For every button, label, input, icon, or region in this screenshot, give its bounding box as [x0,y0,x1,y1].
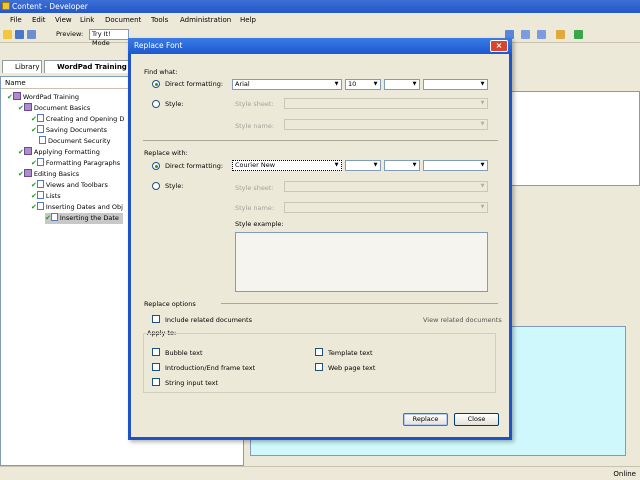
tree-item[interactable]: ✔ Formatting Paragraphs [31,158,120,169]
replace-stylename-label: Style name: [235,204,275,212]
menu-document[interactable]: Document [105,16,141,24]
app-icon [2,2,10,10]
refresh-icon[interactable] [574,30,583,39]
window-titlebar: Content - Developer [0,0,640,13]
replace-size-select[interactable]: ▼ [345,160,381,171]
tree-item[interactable]: ✔ Applying Formatting [18,147,100,158]
save-icon[interactable] [15,30,24,39]
replace-with-heading: Replace with: [144,149,188,157]
include-related-label: Include related documents [165,316,252,324]
columns-icon[interactable] [521,30,530,39]
find-what-heading: Find what: [144,68,178,76]
style-example-label: Style example: [235,220,284,228]
tree-item[interactable]: ✔ Creating and Opening D [31,114,124,125]
online-status: Online [613,470,636,478]
find-stylename-label: Style name: [235,122,275,130]
menu-file[interactable]: File [10,16,22,24]
find-style-radio[interactable] [152,100,160,108]
find-style-select[interactable]: ▼ [384,79,420,90]
find-color-select[interactable]: ▼ [423,79,488,90]
module-icon [12,92,21,100]
print-icon[interactable] [27,30,36,39]
replace-style-radio[interactable] [152,182,160,190]
bubble-text-checkbox[interactable] [152,348,160,356]
close-button[interactable]: Close [454,413,499,426]
find-stylename-select[interactable]: ▼ [284,119,488,130]
template-text-checkbox[interactable] [315,348,323,356]
topic-icon [36,180,44,188]
preview-label: Preview: [56,30,84,38]
menu-edit[interactable]: Edit [32,16,46,24]
tree-item[interactable]: ✔ Document Basics [18,103,90,114]
tree-item[interactable]: Document Security [39,136,110,147]
topic-icon [36,191,44,199]
replace-stylesheet-label: Style sheet: [235,184,274,192]
style-example-box [235,232,488,292]
topic-icon [36,158,44,166]
replace-style-select[interactable]: ▼ [384,160,420,171]
template-text-label: Template text [328,349,373,357]
replace-stylesheet-select[interactable]: ▼ [284,181,488,192]
tree-item[interactable]: ✔ WordPad Training [7,92,79,103]
replace-direct-label: Direct formatting: [165,162,224,170]
web-page-text-label: Web page text [328,364,376,372]
close-icon[interactable]: × [490,40,508,52]
open-icon[interactable] [3,30,12,39]
find-stylesheet-label: Style sheet: [235,100,274,108]
find-size-select[interactable]: 10 ▼ [345,79,381,90]
tab-library[interactable]: Library [2,60,42,73]
find-style-label: Style: [165,100,184,108]
menu-help[interactable]: Help [240,16,256,24]
export-icon[interactable] [556,30,565,39]
section-icon [23,103,32,111]
topic-icon [36,125,44,133]
dialog-title: Replace Font [134,41,183,50]
tree-item-selected[interactable]: ✔ Inserting the Date [45,213,123,224]
topic-icon [36,202,44,210]
web-page-text-checkbox[interactable] [315,363,323,371]
divider [143,140,498,141]
replace-font-dialog: Replace Font × Find what: Direct formatt… [128,38,512,440]
dialog-titlebar: Replace Font × [128,38,512,54]
replace-options-heading: Replace options [144,300,196,308]
tree-item[interactable]: ✔ Lists [31,191,61,202]
statusbar: Online [0,466,640,480]
string-input-checkbox[interactable] [152,378,160,386]
section-icon [23,147,32,155]
window-title: Content - Developer [12,2,88,11]
divider [221,303,498,304]
replace-direct-radio[interactable] [152,162,160,170]
tree-item[interactable]: ✔ Views and Toolbars [31,180,108,191]
topic-icon [39,136,46,144]
menu-administration[interactable]: Administration [180,16,231,24]
section-icon [23,169,32,177]
replace-button[interactable]: Replace [403,413,448,426]
view-related-link[interactable]: View related documents [423,316,502,324]
find-font-select[interactable]: Arial ▼ [232,79,342,90]
bubble-text-label: Bubble text [165,349,203,357]
intro-text-checkbox[interactable] [152,363,160,371]
replace-stylename-select[interactable]: ▼ [284,202,488,213]
menu-tools[interactable]: Tools [151,16,168,24]
split-icon[interactable] [537,30,546,39]
replace-font-select[interactable]: Courier New ▼ [232,160,342,171]
tab-wordpad-training[interactable]: WordPad Training [44,60,130,73]
tree-item[interactable]: ✔ Editing Basics [18,169,79,180]
string-input-label: String input text [165,379,219,387]
menu-view[interactable]: View [55,16,72,24]
menubar: File Edit View Link Document Tools Admin… [0,13,640,27]
include-related-checkbox[interactable] [152,315,160,323]
mode-select[interactable]: Try It! Mode [89,29,129,47]
menu-link[interactable]: Link [80,16,94,24]
topic-icon [50,213,58,221]
replace-style-label: Style: [165,182,184,190]
tree-item[interactable]: ✔ Inserting Dates and Obj [31,202,123,213]
find-stylesheet-select[interactable]: ▼ [284,98,488,109]
topic-icon [36,114,44,122]
tree-item[interactable]: ✔ Saving Documents [31,125,107,136]
replace-color-select[interactable]: ▼ [423,160,488,171]
find-direct-radio[interactable] [152,80,160,88]
find-direct-label: Direct formatting: [165,80,224,88]
intro-text-label: Introduction/End frame text [165,364,256,372]
